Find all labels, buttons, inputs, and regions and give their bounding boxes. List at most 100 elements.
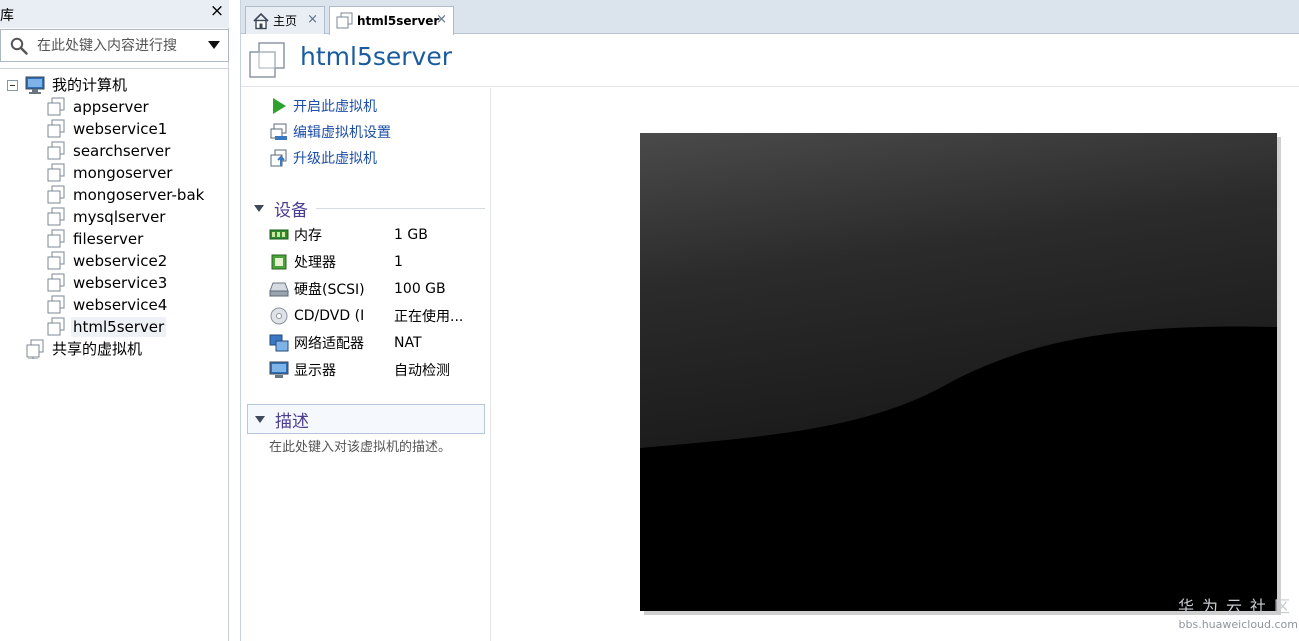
- library-header: 库 ×: [0, 0, 229, 28]
- device-name: 内存: [294, 228, 322, 244]
- tree-item-webservice2[interactable]: webservice2: [46, 250, 169, 272]
- collapse-icon[interactable]: [7, 79, 18, 91]
- shared-vm-icon: [26, 339, 44, 359]
- vm-icon: [47, 273, 65, 292]
- device-value: 1 GB: [394, 227, 428, 243]
- vm-icon: [47, 141, 65, 160]
- vm-icon: [47, 119, 65, 138]
- tree-item-webservice3[interactable]: webservice3: [46, 272, 169, 294]
- watermark-brand: 华为云社区: [1178, 597, 1299, 616]
- tree-item-label: webservice1: [73, 120, 168, 138]
- vm-icon: [47, 185, 65, 204]
- tree-item-label: webservice3: [73, 274, 168, 292]
- library-close-icon[interactable]: ×: [209, 3, 225, 20]
- device-row-display[interactable]: 显示器 自动检测: [269, 359, 484, 381]
- display-icon: [269, 361, 289, 378]
- processor-icon: [271, 254, 287, 270]
- library-search-box: [0, 29, 229, 62]
- tab-label: 主页: [273, 14, 298, 28]
- device-row-memory[interactable]: 内存 1 GB: [269, 224, 484, 246]
- vm-icon: [336, 12, 353, 29]
- tree-item-shared-vms[interactable]: 共享的虚拟机: [25, 338, 144, 360]
- watermark-url: bbs.huaweicloud.com: [1178, 618, 1298, 631]
- tree-item-webservice4[interactable]: webservice4: [46, 294, 169, 316]
- section-title: 描述: [275, 411, 309, 432]
- tree-item-label: mysqlserver: [73, 208, 166, 226]
- tree-item-label: webservice4: [73, 296, 168, 314]
- tree-item-html5server[interactable]: html5server: [46, 316, 167, 338]
- tab-label: html5server: [357, 14, 440, 28]
- tab-home[interactable]: 主页 ×: [245, 6, 325, 34]
- collapse-triangle-icon[interactable]: [254, 204, 264, 212]
- vm-icon: [47, 229, 65, 248]
- device-name: 处理器: [294, 255, 336, 271]
- tree-item-label: fileserver: [73, 230, 144, 248]
- description-section-header[interactable]: 描述: [247, 404, 485, 434]
- upgrade-icon: [270, 149, 287, 167]
- vm-icon: [47, 163, 65, 182]
- device-value: 正在使用...: [394, 309, 464, 325]
- preview-gloss: [640, 133, 1277, 448]
- library-title: 库: [0, 8, 14, 24]
- close-icon[interactable]: ×: [307, 12, 318, 27]
- device-name: CD/DVD (I: [294, 308, 365, 324]
- collapse-triangle-icon[interactable]: [255, 415, 265, 423]
- device-row-cd-dvd[interactable]: CD/DVD (I 正在使用...: [269, 305, 484, 327]
- hard-disk-icon: [269, 282, 289, 297]
- tree-item-label: webservice2: [73, 252, 168, 270]
- description-placeholder[interactable]: 在此处键入对该虚拟机的描述。: [269, 436, 451, 455]
- vm-icon: [47, 97, 65, 116]
- device-row-hard-disk[interactable]: 硬盘(SCSI) 100 GB: [269, 278, 484, 300]
- devices-section-header[interactable]: 设备: [247, 195, 485, 221]
- tree-item-webservice1[interactable]: webservice1: [46, 118, 169, 140]
- search-icon[interactable]: [10, 37, 28, 55]
- tree-item-mongoserver[interactable]: mongoserver: [46, 162, 174, 184]
- vm-header: html5server: [241, 35, 1299, 87]
- action-label: 开启此虚拟机: [293, 99, 377, 115]
- page-title: html5server: [300, 42, 452, 71]
- device-name: 显示器: [294, 363, 336, 379]
- device-value: 100 GB: [394, 281, 446, 297]
- cd-dvd-icon: [270, 307, 288, 325]
- tree-item-fileserver[interactable]: fileserver: [46, 228, 145, 250]
- vm-screen-preview[interactable]: [640, 133, 1277, 611]
- tree-root-my-computer[interactable]: 我的计算机: [0, 74, 229, 96]
- action-label: 升级此虚拟机: [293, 151, 377, 167]
- memory-icon: [269, 229, 289, 240]
- device-row-network-adapter[interactable]: 网络适配器 NAT: [269, 332, 484, 354]
- tree-item-mongoserver-bak[interactable]: mongoserver-bak: [46, 184, 206, 206]
- device-row-processor[interactable]: 处理器 1: [269, 251, 484, 273]
- main-area: 主页 × html5server × html5server 开启此虚拟机 编辑…: [240, 0, 1299, 641]
- device-value: 1: [394, 254, 403, 270]
- tree-item-mysqlserver[interactable]: mysqlserver: [46, 206, 167, 228]
- device-name: 硬盘(SCSI): [294, 282, 365, 298]
- library-divider: [0, 68, 229, 69]
- vm-icon: [47, 295, 65, 314]
- tree-item-appserver[interactable]: appserver: [46, 96, 151, 118]
- vm-icon: [47, 317, 65, 336]
- action-label: 编辑虚拟机设置: [293, 125, 391, 141]
- play-icon: [273, 98, 286, 114]
- tree-item-label: html5server: [71, 317, 167, 337]
- tree-item-label: mongoserver-bak: [73, 186, 205, 204]
- device-value: NAT: [394, 335, 422, 351]
- edit-settings-button[interactable]: 编辑虚拟机设置: [269, 121, 391, 143]
- tab-html5server[interactable]: html5server ×: [329, 6, 454, 35]
- close-icon[interactable]: ×: [436, 12, 447, 27]
- tree-item-label: appserver: [73, 98, 149, 116]
- device-name: 网络适配器: [294, 336, 364, 352]
- tab-bar: 主页 × html5server ×: [241, 0, 1299, 35]
- tree-item-label: searchserver: [73, 142, 171, 160]
- power-on-button[interactable]: 开启此虚拟机: [269, 95, 377, 117]
- library-search-input[interactable]: [37, 36, 197, 56]
- device-value: 自动检测: [394, 363, 450, 379]
- tree-item-searchserver[interactable]: searchserver: [46, 140, 172, 162]
- vm-icon: [47, 207, 65, 226]
- tree-item-label: 共享的虚拟机: [52, 340, 143, 358]
- vm-icon: [47, 251, 65, 270]
- search-dropdown-icon[interactable]: [208, 41, 220, 49]
- edit-settings-icon: [270, 123, 287, 140]
- section-title: 设备: [274, 200, 308, 221]
- vm-large-icon: [249, 42, 285, 78]
- upgrade-vm-button[interactable]: 升级此虚拟机: [269, 147, 377, 169]
